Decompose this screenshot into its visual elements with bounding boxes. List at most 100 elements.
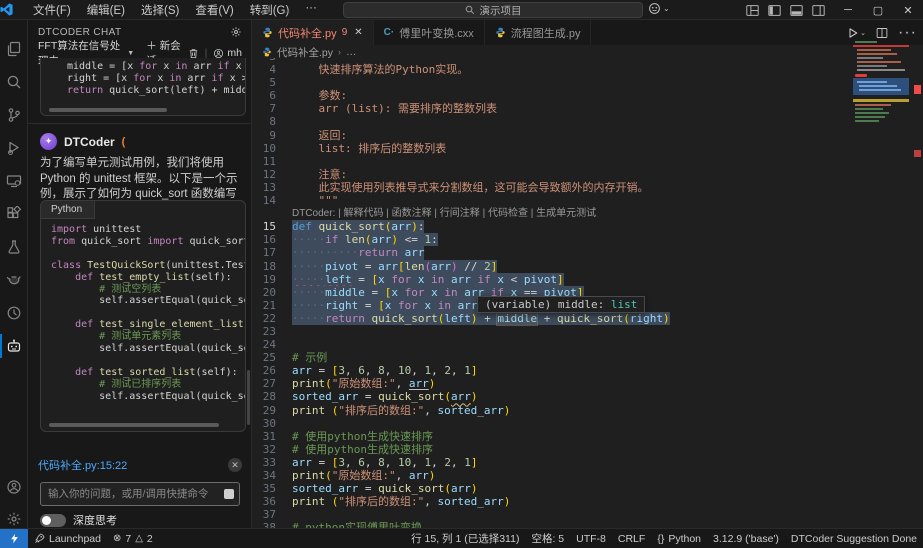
remote-indicator[interactable]	[0, 529, 28, 548]
line-number[interactable]: 12	[252, 168, 292, 181]
dtcoder-chat-icon[interactable]	[0, 331, 28, 361]
code-line[interactable]: 35sorted_arr = quick_sort(arr)	[252, 482, 923, 495]
code-line[interactable]: 14 """	[252, 194, 923, 207]
code-line[interactable]: 11	[252, 155, 923, 168]
code-line[interactable]: 30	[252, 417, 923, 430]
line-number[interactable]: 4	[252, 63, 292, 76]
line-content[interactable]: arr (list): 需要排序的整数列表	[292, 102, 497, 115]
line-number[interactable]: 26	[252, 364, 292, 377]
remote-explorer-icon[interactable]	[0, 166, 28, 196]
line-number[interactable]: 34	[252, 469, 292, 482]
code-line[interactable]: 13 此实现使用列表推导式来分割数组，这可能会导致额外的内存开销。	[252, 181, 923, 194]
dtcoder-suggestion-status[interactable]: DTCoder Suggestion Done	[785, 533, 923, 545]
toggle-secondary-sidebar-icon[interactable]	[812, 4, 825, 17]
line-content[interactable]: 快速排序算法的Python实现。	[292, 63, 468, 76]
line-number[interactable]: 29	[252, 404, 292, 417]
line-number[interactable]: 28	[252, 390, 292, 403]
horizontal-scrollbar[interactable]	[49, 108, 167, 112]
line-number[interactable]: 10	[252, 142, 292, 155]
code-line[interactable]: 26arr = [3, 6, 8, 10, 1, 2, 1]	[252, 364, 923, 377]
line-content[interactable]: sorted_arr = quick_sort(arr)	[292, 482, 477, 495]
close-button[interactable]: ✕	[893, 0, 923, 20]
code-line[interactable]: 37	[252, 508, 923, 521]
line-number[interactable]: 18	[252, 260, 292, 273]
split-editor-icon[interactable]	[876, 27, 888, 39]
code-line[interactable]: 32# 使用python生成快速排序	[252, 443, 923, 456]
menu-item[interactable]: ···	[298, 1, 324, 19]
timeline-clock-icon[interactable]	[0, 298, 28, 328]
breadcrumb[interactable]: 代码补全.py › …	[262, 45, 357, 59]
line-content[interactable]: # 使用python生成快速排序	[292, 443, 433, 456]
code-line[interactable]: 25# 示例	[252, 351, 923, 364]
line-number[interactable]: 16	[252, 233, 292, 246]
chat-scrollbar[interactable]	[247, 370, 250, 425]
teapot-icon[interactable]	[0, 265, 28, 295]
line-number[interactable]: 13	[252, 181, 292, 194]
code-line[interactable]: 10 list: 排序后的整数列表	[252, 142, 923, 155]
testing-flask-icon[interactable]	[0, 232, 28, 262]
line-content[interactable]: # 示例	[292, 351, 327, 364]
deep-think-toggle[interactable]	[40, 514, 66, 527]
source-control-icon[interactable]	[0, 100, 28, 130]
code-line[interactable]: 16·····if len(arr) <= 1:	[252, 233, 923, 246]
panel-settings-gear-icon[interactable]	[230, 26, 242, 38]
line-content[interactable]: list: 排序后的整数列表	[292, 142, 446, 155]
line-number[interactable]: 38	[252, 521, 292, 528]
code-language-tab[interactable]: Python	[41, 201, 95, 219]
problems-status[interactable]: ⊗ 7 △ 2	[107, 533, 159, 545]
line-content[interactable]: ·····if len(arr) <= 1:	[292, 233, 438, 246]
line-number[interactable]: 27	[252, 377, 292, 390]
line-number[interactable]: 30	[252, 417, 292, 430]
run-button[interactable]: ⌄	[847, 27, 866, 39]
toggle-panel-icon[interactable]	[790, 4, 803, 17]
close-tab-icon[interactable]: ✕	[354, 27, 362, 38]
code-line[interactable]: 34print("原始数组:", arr)	[252, 469, 923, 482]
customize-layout-icon[interactable]	[746, 4, 759, 17]
line-content[interactable]: 注意:	[292, 168, 347, 181]
code-line[interactable]: 29print ("排序后的数组:", sorted_arr)	[252, 404, 923, 417]
account-icon[interactable]	[0, 472, 28, 502]
trash-icon[interactable]	[188, 48, 199, 59]
codelens-actions[interactable]: DTCoder: | 解释代码 | 函数注释 | 行间注释 | 代码检查 | 生…	[292, 207, 596, 220]
code-line[interactable]: 19·····left = [x for x in arr if x < piv…	[252, 273, 923, 286]
line-number[interactable]: 5	[252, 76, 292, 89]
code-line[interactable]: 5	[252, 76, 923, 89]
line-number[interactable]: 20	[252, 286, 292, 299]
code-line[interactable]: 22·····return quick_sort(left) + middle …	[252, 312, 923, 325]
code-line[interactable]: 33arr = [3, 6, 8, 10, 1, 2, 1]	[252, 456, 923, 469]
line-number[interactable]: 36	[252, 495, 292, 508]
line-content[interactable]: ·····pivot = arr[len(arr) // 2]	[292, 260, 497, 273]
line-number[interactable]: 31	[252, 430, 292, 443]
line-number[interactable]: 9	[252, 129, 292, 142]
menu-item[interactable]: 查看(V)	[188, 1, 240, 19]
code-line[interactable]: 6 参数:	[252, 89, 923, 102]
code-line[interactable]: 23	[252, 325, 923, 338]
close-icon[interactable]: ✕	[228, 458, 242, 472]
line-number[interactable]: 33	[252, 456, 292, 469]
code-line[interactable]: 36print ("排序后的数组:", sorted_arr)	[252, 495, 923, 508]
line-content[interactable]: print("原始数组:", arr)	[292, 469, 435, 482]
maximize-button[interactable]: ▢	[863, 0, 893, 20]
line-content[interactable]: ·····left = [x for x in arr if x < pivot…	[292, 273, 564, 286]
cursor-position[interactable]: 行 15, 列 1 (已选择311)	[405, 531, 525, 546]
line-number[interactable]: 19	[252, 273, 292, 286]
code-line[interactable]: 24	[252, 338, 923, 351]
code-line[interactable]: 27print("原始数组:", arr)	[252, 377, 923, 390]
line-content[interactable]: 返回:	[292, 129, 347, 142]
line-content[interactable]: ··········return arr	[292, 246, 424, 259]
tab-flowchart[interactable]: 流程图生成.py	[485, 20, 592, 45]
line-number[interactable]	[252, 207, 292, 220]
horizontal-scrollbar[interactable]	[49, 423, 219, 427]
line-content[interactable]: 此实现使用列表推导式来分割数组，这可能会导致额外的内存开销。	[292, 181, 649, 194]
code-line[interactable]: 8	[252, 115, 923, 128]
copilot-menu[interactable]: ⌄	[648, 2, 670, 15]
line-number[interactable]: 22	[252, 312, 292, 325]
python-interpreter[interactable]: 3.12.9 ('base')	[707, 533, 785, 545]
explorer-icon[interactable]	[0, 34, 28, 64]
code-line[interactable]: 28sorted_arr = quick_sort(arr)	[252, 390, 923, 403]
line-content[interactable]: print ("排序后的数组:", sorted_arr)	[292, 404, 510, 417]
line-number[interactable]: 7	[252, 102, 292, 115]
line-content[interactable]: arr = [3, 6, 8, 10, 1, 2, 1]	[292, 364, 478, 377]
line-number[interactable]: 14	[252, 194, 292, 207]
line-number[interactable]: 8	[252, 115, 292, 128]
